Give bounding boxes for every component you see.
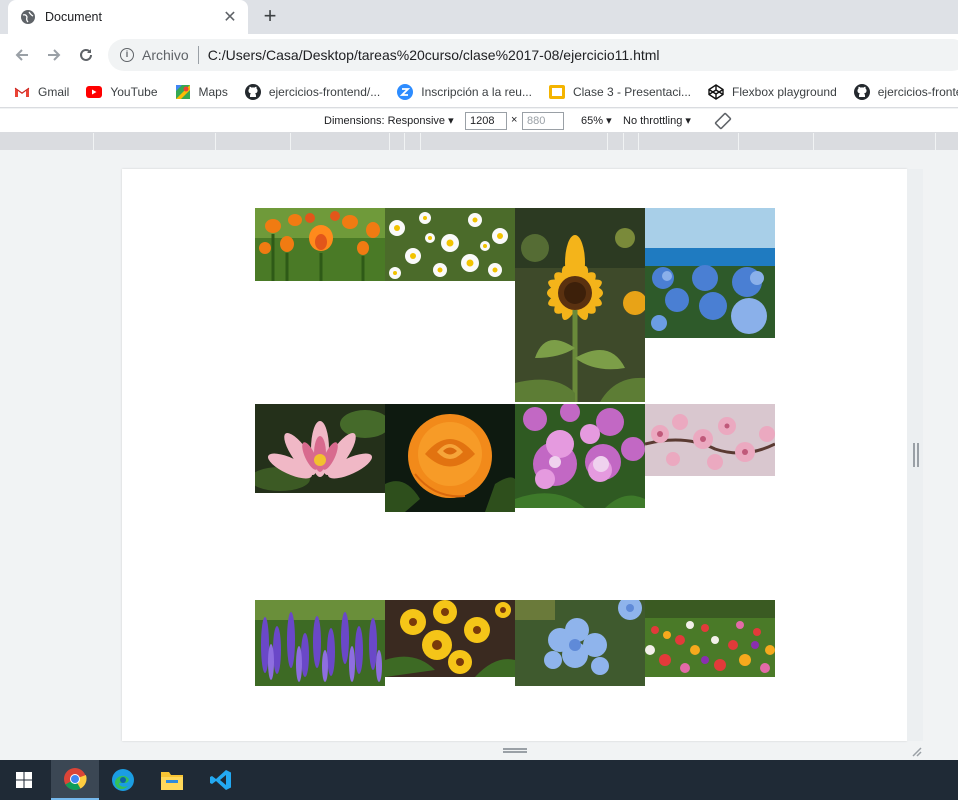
tab-strip: Document ✕ +	[0, 0, 958, 34]
media-query-ruler[interactable]	[0, 133, 958, 150]
blue-plumbago-image	[515, 600, 645, 686]
lavender-salvia-image	[255, 600, 385, 686]
dimensions-label: Dimensions: Responsive	[324, 115, 446, 127]
bookmark-maps[interactable]: Maps	[175, 84, 228, 100]
width-input[interactable]: 1208	[465, 112, 507, 130]
address-bar[interactable]: i Archivo C:/Users/Casa/Desktop/tareas%2…	[108, 39, 958, 71]
orange-tulips-image	[255, 208, 385, 281]
daisies-image	[385, 208, 515, 281]
blue-hydrangeas-image	[645, 208, 775, 338]
rotate-icon[interactable]	[714, 112, 732, 133]
reload-icon	[80, 48, 92, 61]
pink-hydrangea-image	[515, 404, 645, 508]
bookmark-gmail[interactable]: Gmail	[14, 84, 69, 100]
device-toolbar: Dimensions: Responsive ▾ 1208 × 880 65% …	[0, 109, 958, 133]
bookmark-flexbox[interactable]: Flexbox playground	[708, 83, 837, 100]
zoom-icon	[397, 83, 414, 100]
bookmark-label: ejercicios-fronten	[877, 84, 958, 99]
bookmark-label: Inscripción a la reu...	[421, 84, 532, 99]
arrow-left-icon	[15, 49, 28, 61]
maps-icon	[175, 84, 191, 100]
orange-rose-image	[385, 404, 515, 512]
forward-button[interactable]	[42, 43, 66, 67]
slides-icon	[548, 84, 565, 100]
globe-icon	[21, 10, 35, 24]
yellow-gazania-image	[385, 600, 515, 677]
bookmark-label: Maps	[198, 84, 228, 99]
bookmark-youtube[interactable]: YouTube	[86, 84, 158, 100]
bookmark-zoom[interactable]: Inscripción a la reu...	[397, 83, 532, 100]
dimension-times: ×	[511, 114, 518, 126]
tulip-field-image	[645, 600, 775, 677]
bookmark-label: Gmail	[38, 84, 70, 99]
edge-icon[interactable]	[99, 760, 147, 800]
cherry-blossom-image	[645, 404, 775, 476]
bookmark-label: Flexbox playground	[732, 84, 837, 99]
file-explorer-icon[interactable]	[148, 760, 196, 800]
github-icon	[853, 83, 870, 100]
tab-document[interactable]: Document ✕	[8, 0, 248, 34]
resize-handle-right[interactable]	[913, 443, 919, 467]
bookmark-label: Clase 3 - Presentaci...	[572, 84, 692, 99]
chevron-down-icon: ▾	[685, 115, 691, 127]
resize-corner-icon[interactable]	[910, 745, 922, 757]
vscode-icon[interactable]	[197, 760, 245, 800]
bookmark-github-2[interactable]: ejercicios-fronten	[853, 83, 958, 100]
url-text[interactable]: C:/Users/Casa/Desktop/tareas%20curso/cla…	[208, 47, 660, 63]
windows-taskbar	[0, 760, 958, 800]
resize-handle-bottom[interactable]	[503, 748, 527, 753]
address-divider	[197, 46, 199, 64]
info-icon[interactable]: i	[120, 48, 134, 62]
tab-title: Document	[45, 10, 102, 24]
youtube-icon	[86, 84, 103, 100]
browser-toolbar: i Archivo C:/Users/Casa/Desktop/tareas%2…	[0, 34, 958, 76]
zoom-dropdown[interactable]: 65% ▾	[581, 114, 612, 127]
back-button[interactable]	[10, 43, 34, 67]
github-icon	[244, 83, 261, 100]
chevron-down-icon: ▾	[606, 115, 612, 127]
water-lily-image	[255, 404, 385, 493]
chrome-icon[interactable]	[51, 760, 99, 800]
codepen-icon	[708, 83, 724, 100]
chevron-down-icon: ▾	[448, 115, 454, 127]
close-tab-icon[interactable]: ✕	[218, 7, 242, 27]
gmail-icon	[14, 84, 30, 100]
throttling-dropdown[interactable]: No throttling ▾	[623, 114, 691, 127]
bookmark-label: YouTube	[110, 84, 158, 99]
reload-button[interactable]	[74, 43, 98, 67]
sunflower-image	[515, 208, 645, 402]
url-scheme-label: Archivo	[142, 47, 189, 63]
bookmark-slides[interactable]: Clase 3 - Presentaci...	[548, 84, 692, 100]
windows-start-icon[interactable]	[0, 760, 48, 800]
throttling-label: No throttling	[623, 115, 683, 127]
bookmark-label: ejercicios-frontend/...	[268, 84, 381, 99]
bookmarks-bar: Gmail YouTube Maps ejercicios-frontend/.…	[0, 76, 958, 108]
height-input[interactable]: 880	[522, 112, 564, 130]
zoom-label: 65%	[581, 115, 604, 127]
bookmark-github-1[interactable]: ejercicios-frontend/...	[244, 83, 381, 100]
new-tab-button[interactable]: +	[258, 4, 282, 28]
arrow-right-icon	[48, 49, 61, 61]
dimensions-dropdown[interactable]: Dimensions: Responsive ▾	[324, 114, 454, 127]
